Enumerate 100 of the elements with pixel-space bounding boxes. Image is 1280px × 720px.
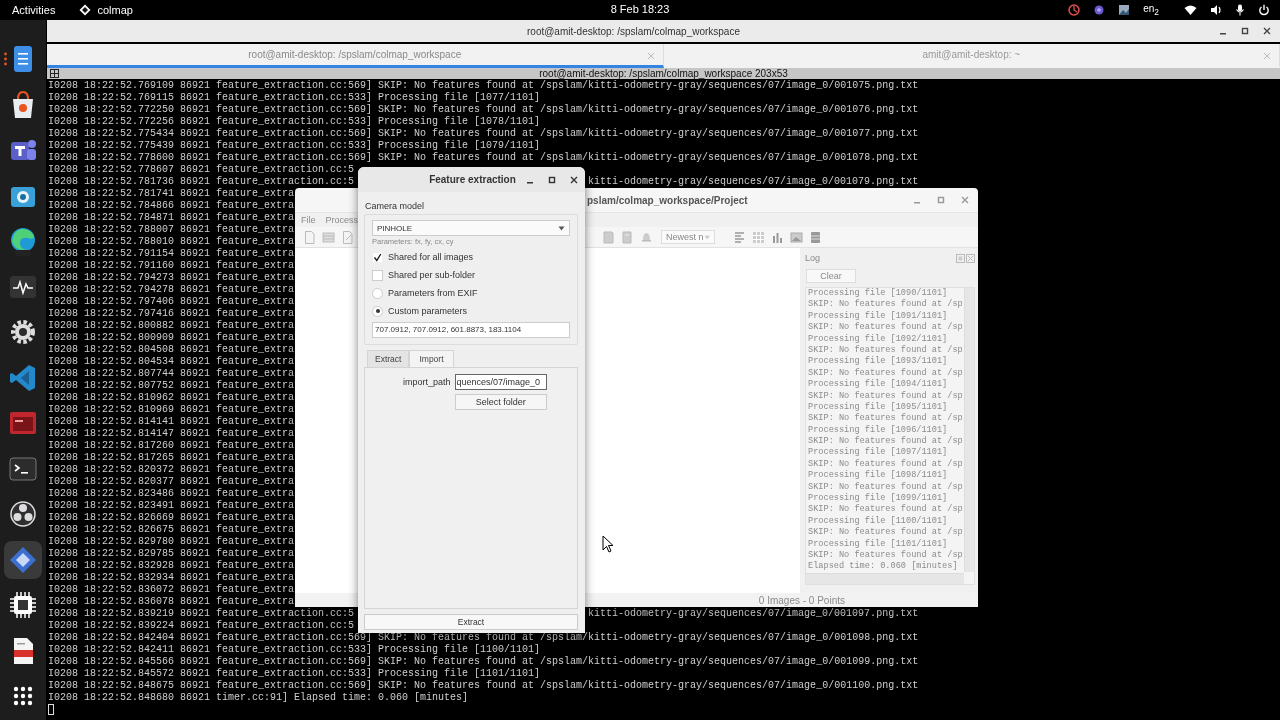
terminal-line: I0208 18:22:52.845566 86921 feature_extraction.cc:569] SKIP: No features found at /spslam/kitti-odometry-gray/sequences/07/image_0/001099.png.txt bbox=[48, 656, 919, 668]
database-icon[interactable] bbox=[809, 230, 822, 244]
log-line: SKIP: No features found at /sp bbox=[808, 322, 964, 334]
terminal-line: I0208 18:22:52.836072 86921 feature_extra bbox=[48, 584, 295, 596]
image-icon[interactable] bbox=[1118, 4, 1131, 16]
activities-button[interactable]: Activities bbox=[12, 4, 56, 16]
terminal-line: I0208 18:22:52.810962 86921 feature_extra bbox=[48, 392, 295, 404]
terminal-line: I0208 18:22:52.814141 86921 feature_extra bbox=[48, 416, 295, 428]
terminal-line: I0208 18:22:52.769115 86921 feature_extraction.cc:533] Processing file [1077/1101] bbox=[48, 92, 541, 104]
tab-label: root@amit-desktop: /spslam/colmap_workspace bbox=[248, 49, 462, 60]
terminal-line: I0208 18:22:52.817265 86921 feature_extra bbox=[48, 452, 295, 464]
close-icon[interactable] bbox=[569, 175, 579, 185]
checkbox[interactable] bbox=[372, 251, 383, 263]
parameters-field[interactable]: 707.0912, 707.0912, 601.8873, 183.1104 bbox=[372, 322, 570, 338]
log-line: SKIP: No features found at /sp bbox=[808, 344, 964, 356]
log-line: SKIP: No features found at /sp bbox=[808, 413, 964, 425]
terminal-line: I0208 18:22:52.839219 86921 feature_extraction.cc:5 bbox=[48, 608, 355, 620]
terminal-line: I0208 18:22:52.832934 86921 feature_extra bbox=[48, 572, 295, 584]
log-line: Processing file [1095/1101] bbox=[808, 401, 949, 413]
terminal-line: I0208 18:22:52.807744 86921 feature_extra bbox=[48, 368, 295, 380]
terminal-line: I0208 18:22:52.829780 86921 feature_extra bbox=[48, 536, 295, 548]
tab-label: amit@amit-desktop: ~ bbox=[922, 49, 1021, 60]
log-line: Processing file [1090/1101] bbox=[808, 288, 949, 299]
terminal-title: root@amit-desktop: /spslam/colmap_workspace 203x53 bbox=[539, 68, 788, 79]
terminal-line: kitti-odometry-gray/sequences/07/image_0/001097.png.txt bbox=[588, 608, 919, 620]
app-menu[interactable]: colmap bbox=[79, 4, 133, 16]
clock[interactable]: 8 Feb 18:23 bbox=[610, 3, 670, 15]
power-icon[interactable] bbox=[1258, 4, 1270, 16]
microphone-icon[interactable] bbox=[1235, 4, 1245, 16]
terminal-line: I0208 18:22:52.781736 86921 feature_extraction.cc:5 bbox=[48, 176, 355, 188]
terminal-line: I0208 18:22:52.769109 86921 feature_extraction.cc:569] SKIP: No features found at /spslam/kitti-odometry-gray/sequences/07/image_0/001075.png.txt bbox=[48, 80, 919, 92]
radio-button[interactable] bbox=[372, 287, 383, 299]
close-icon[interactable] bbox=[1262, 26, 1272, 36]
terminal-line: I0208 18:22:52.778607 86921 feature_extraction.cc:5 bbox=[48, 164, 355, 176]
app-icon[interactable] bbox=[1093, 4, 1106, 16]
recorder-icon bbox=[8, 499, 38, 529]
terminal-line: I0208 18:22:52.788010 86921 feature_extra bbox=[48, 236, 295, 248]
terminal-line: I0208 18:22:52.800882 86921 feature_extra bbox=[48, 320, 295, 332]
log-line: SKIP: No features found at /sp bbox=[808, 436, 964, 447]
diamond-icon bbox=[79, 4, 92, 16]
terminal-line: I0208 18:22:52.772256 86921 feature_extraction.cc:533] Processing file [1078/1101] bbox=[48, 116, 541, 128]
dock-item[interactable] bbox=[4, 540, 42, 579]
window-title: root@amit-desktop: /spslam/colmap_workspace bbox=[527, 25, 741, 37]
grid-icon bbox=[50, 69, 59, 78]
tab[interactable]: Extract bbox=[367, 350, 410, 367]
log-line: SKIP: No features found at /sp bbox=[808, 550, 964, 561]
terminal-line: I0208 18:22:52.807752 86921 feature_extra bbox=[48, 380, 295, 392]
log-line: Processing file [1094/1101] bbox=[808, 379, 949, 391]
mouse-cursor-icon bbox=[602, 535, 614, 553]
select-folder-button[interactable]: Select folder bbox=[454, 394, 547, 410]
terminal-line: I0208 18:22:52.817260 86921 feature_extra bbox=[48, 440, 295, 452]
tab[interactable]: Import bbox=[409, 350, 454, 367]
terminal-line: I0208 18:22:52.791160 86921 feature_extra bbox=[48, 260, 295, 272]
terminal-line: I0208 18:22:52.836078 86921 feature_extra bbox=[48, 596, 295, 608]
camera-model-dropdown[interactable]: PINHOLE bbox=[372, 220, 570, 236]
log-line: Processing file [1093/1101] bbox=[808, 356, 949, 368]
caret-icon bbox=[703, 234, 710, 240]
log-line: Processing file [1098/1101] bbox=[808, 470, 949, 482]
field-label: import_path bbox=[402, 377, 451, 387]
terminal-line: I0208 18:22:52.842404 86921 feature_extraction.cc:569] SKIP: No features found at /spslam/kitti-odometry-gray/sequences/07/image_0/001098.png.txt bbox=[48, 632, 919, 644]
dialog-title: Feature extraction bbox=[428, 174, 516, 185]
maximize-icon[interactable] bbox=[1240, 26, 1250, 36]
terminal-line: I0208 18:22:52.772250 86921 feature_extraction.cc:569] SKIP: No features found at /spslam/kitti-odometry-gray/sequences/07/image_0/001076.png.txt bbox=[48, 104, 919, 116]
maximize-icon[interactable] bbox=[547, 175, 557, 185]
terminal-line: I0208 18:22:52.823486 86921 feature_extra bbox=[48, 488, 295, 500]
terminal-line: I0208 18:22:52.820372 86921 feature_extra bbox=[48, 464, 295, 476]
sort-dropdown[interactable]: Newest n bbox=[661, 230, 715, 244]
terminal-line: I0208 18:22:52.842411 86921 feature_extraction.cc:533] Processing file [1100/1101] bbox=[48, 644, 541, 656]
panel-title: Log bbox=[805, 253, 821, 263]
wifi-icon[interactable] bbox=[1184, 4, 1197, 16]
terminal-line: I0208 18:22:52.778600 86921 feature_extraction.cc:569] SKIP: No features found at /spslam/kitti-odometry-gray/sequences/07/image_0/001078.png.txt bbox=[48, 152, 919, 164]
option-label: Shared for all images bbox=[388, 252, 474, 262]
input-source[interactable]: en$_{2}$ bbox=[1143, 3, 1159, 17]
log-line: SKIP: No features found at /sp bbox=[808, 299, 964, 311]
import-path-field[interactable]: quences/07/image_0 bbox=[454, 374, 547, 390]
terminal-line: kitti-odometry-gray/sequences/07/image_0/001079.png.txt bbox=[588, 176, 919, 188]
terminal-line: I0208 18:22:52.829785 86921 feature_extra bbox=[48, 548, 295, 560]
bar-chart-icon[interactable] bbox=[771, 230, 784, 244]
running-indicator-icon bbox=[4, 52, 7, 66]
log-line: SKIP: No features found at /sp bbox=[808, 390, 964, 402]
volume-icon[interactable] bbox=[1210, 4, 1222, 16]
section-label: Camera model bbox=[364, 200, 426, 212]
terminal-line: I0208 18:22:52.839224 86921 feature_extraction.cc:5 bbox=[48, 620, 355, 632]
terminal-line: I0208 18:22:52.794278 86921 feature_extra bbox=[48, 284, 295, 296]
terminal-line: I0208 18:22:52.775439 86921 feature_extraction.cc:533] Processing file [1079/1101] bbox=[48, 140, 541, 152]
terminal-line: I0208 18:22:52.781741 86921 feature_extra bbox=[48, 188, 295, 200]
terminal-line: I0208 18:22:52.794273 86921 feature_extra bbox=[48, 272, 295, 284]
radio-button[interactable] bbox=[372, 305, 383, 317]
log-line: Processing file [1100/1101] bbox=[808, 515, 949, 527]
terminal-line: I0208 18:22:52.845572 86921 feature_extraction.cc:533] Processing file [1101/1101] bbox=[48, 668, 541, 680]
option-label: Shared per sub-folder bbox=[388, 270, 476, 280]
code-editor-icon bbox=[8, 362, 38, 393]
clear-button[interactable]: Clear bbox=[806, 269, 856, 283]
extract-button[interactable]: Extract bbox=[364, 614, 578, 630]
caret-icon bbox=[558, 225, 565, 231]
terminal-line: I0208 18:22:52.810969 86921 feature_extra bbox=[48, 404, 295, 416]
log-line: Processing file [1097/1101] bbox=[808, 447, 949, 459]
option-label: Parameters from EXIF bbox=[388, 288, 478, 298]
status-icon[interactable] bbox=[1068, 4, 1081, 16]
terminal-line: I0208 18:22:52.804508 86921 feature_extra bbox=[48, 344, 295, 356]
